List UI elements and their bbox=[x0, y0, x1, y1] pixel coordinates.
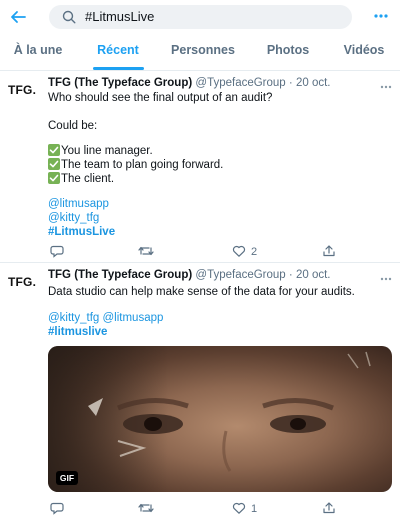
like-count: 2 bbox=[251, 246, 258, 258]
reply-icon[interactable] bbox=[50, 244, 64, 260]
separator-dot: · bbox=[288, 77, 293, 89]
tab-photos[interactable]: Photos bbox=[262, 35, 314, 70]
active-tab-indicator bbox=[93, 67, 144, 70]
separator-dot: · bbox=[288, 269, 293, 281]
check-mark-icon bbox=[48, 144, 60, 156]
tab-top[interactable]: À la une bbox=[8, 35, 68, 70]
author-handle[interactable]: @TypefaceGroup bbox=[195, 77, 285, 89]
chevron-down-icon[interactable] bbox=[380, 269, 392, 281]
tab-videos[interactable]: Vidéos bbox=[338, 35, 390, 70]
tweet-text-line: Data studio can help make sense of the d… bbox=[48, 286, 355, 298]
search-query-text: #LitmusLive bbox=[85, 9, 155, 24]
tweet[interactable]: TFG. TFG (The Typeface Group) @TypefaceG… bbox=[0, 263, 400, 519]
tweet-date[interactable]: 20 oct. bbox=[296, 269, 331, 281]
tweet-date[interactable]: 20 oct. bbox=[296, 77, 331, 89]
tweet-header: TFG (The Typeface Group) @TypefaceGroup … bbox=[48, 76, 330, 90]
back-arrow-icon[interactable] bbox=[9, 8, 27, 26]
tweet-text-line-check: The team to plan going forward. bbox=[48, 158, 223, 172]
share-icon[interactable] bbox=[322, 501, 336, 517]
tweet-text-line-check: You line manager. bbox=[48, 144, 153, 158]
more-options-icon[interactable] bbox=[372, 9, 390, 23]
tweet-actions: 1 bbox=[48, 501, 388, 517]
tweet-text-line: Who should see the final output of an au… bbox=[48, 92, 273, 104]
retweet-icon[interactable] bbox=[138, 501, 154, 517]
check-mark-icon bbox=[48, 158, 60, 170]
hashtag-link[interactable]: #litmuslive bbox=[48, 325, 107, 339]
reply-icon[interactable] bbox=[50, 501, 64, 517]
mention-link[interactable]: @kitty_tfg bbox=[48, 211, 99, 225]
search-icon bbox=[62, 10, 76, 24]
gif-media[interactable]: GIF bbox=[48, 346, 392, 492]
like-count: 1 bbox=[251, 503, 258, 515]
tweet[interactable]: TFG. TFG (The Typeface Group) @TypefaceG… bbox=[0, 71, 400, 263]
like-icon[interactable] bbox=[232, 244, 246, 260]
search-input[interactable]: #LitmusLive bbox=[49, 5, 352, 29]
chevron-down-icon[interactable] bbox=[380, 77, 392, 89]
mention-link[interactable]: @litmusapp bbox=[48, 197, 109, 211]
avatar[interactable]: TFG. bbox=[8, 275, 40, 295]
tweet-header: TFG (The Typeface Group) @TypefaceGroup … bbox=[48, 268, 330, 282]
face-illustration bbox=[88, 351, 371, 472]
check-mark-icon bbox=[48, 172, 60, 184]
avatar[interactable]: TFG. bbox=[8, 83, 40, 103]
author-handle[interactable]: @TypefaceGroup bbox=[195, 269, 285, 281]
mention-links[interactable]: @kitty_tfg @litmusapp bbox=[48, 311, 163, 325]
tweet-text-line-check: The client. bbox=[48, 172, 114, 186]
top-bar: #LitmusLive bbox=[0, 0, 400, 34]
hashtag-link[interactable]: #LitmusLive bbox=[48, 225, 115, 239]
tab-latest[interactable]: Récent bbox=[88, 35, 148, 70]
author-name[interactable]: TFG (The Typeface Group) bbox=[48, 77, 192, 89]
author-name[interactable]: TFG (The Typeface Group) bbox=[48, 269, 192, 281]
tweet-text-line: Could be: bbox=[48, 120, 98, 132]
search-tabs: À la une Récent Personnes Photos Vidéos bbox=[0, 35, 400, 71]
retweet-icon[interactable] bbox=[138, 244, 154, 260]
share-icon[interactable] bbox=[322, 244, 336, 260]
tweet-actions: 2 bbox=[48, 244, 388, 260]
like-icon[interactable] bbox=[232, 501, 246, 517]
gif-badge: GIF bbox=[56, 471, 78, 485]
tab-people[interactable]: Personnes bbox=[168, 35, 238, 70]
